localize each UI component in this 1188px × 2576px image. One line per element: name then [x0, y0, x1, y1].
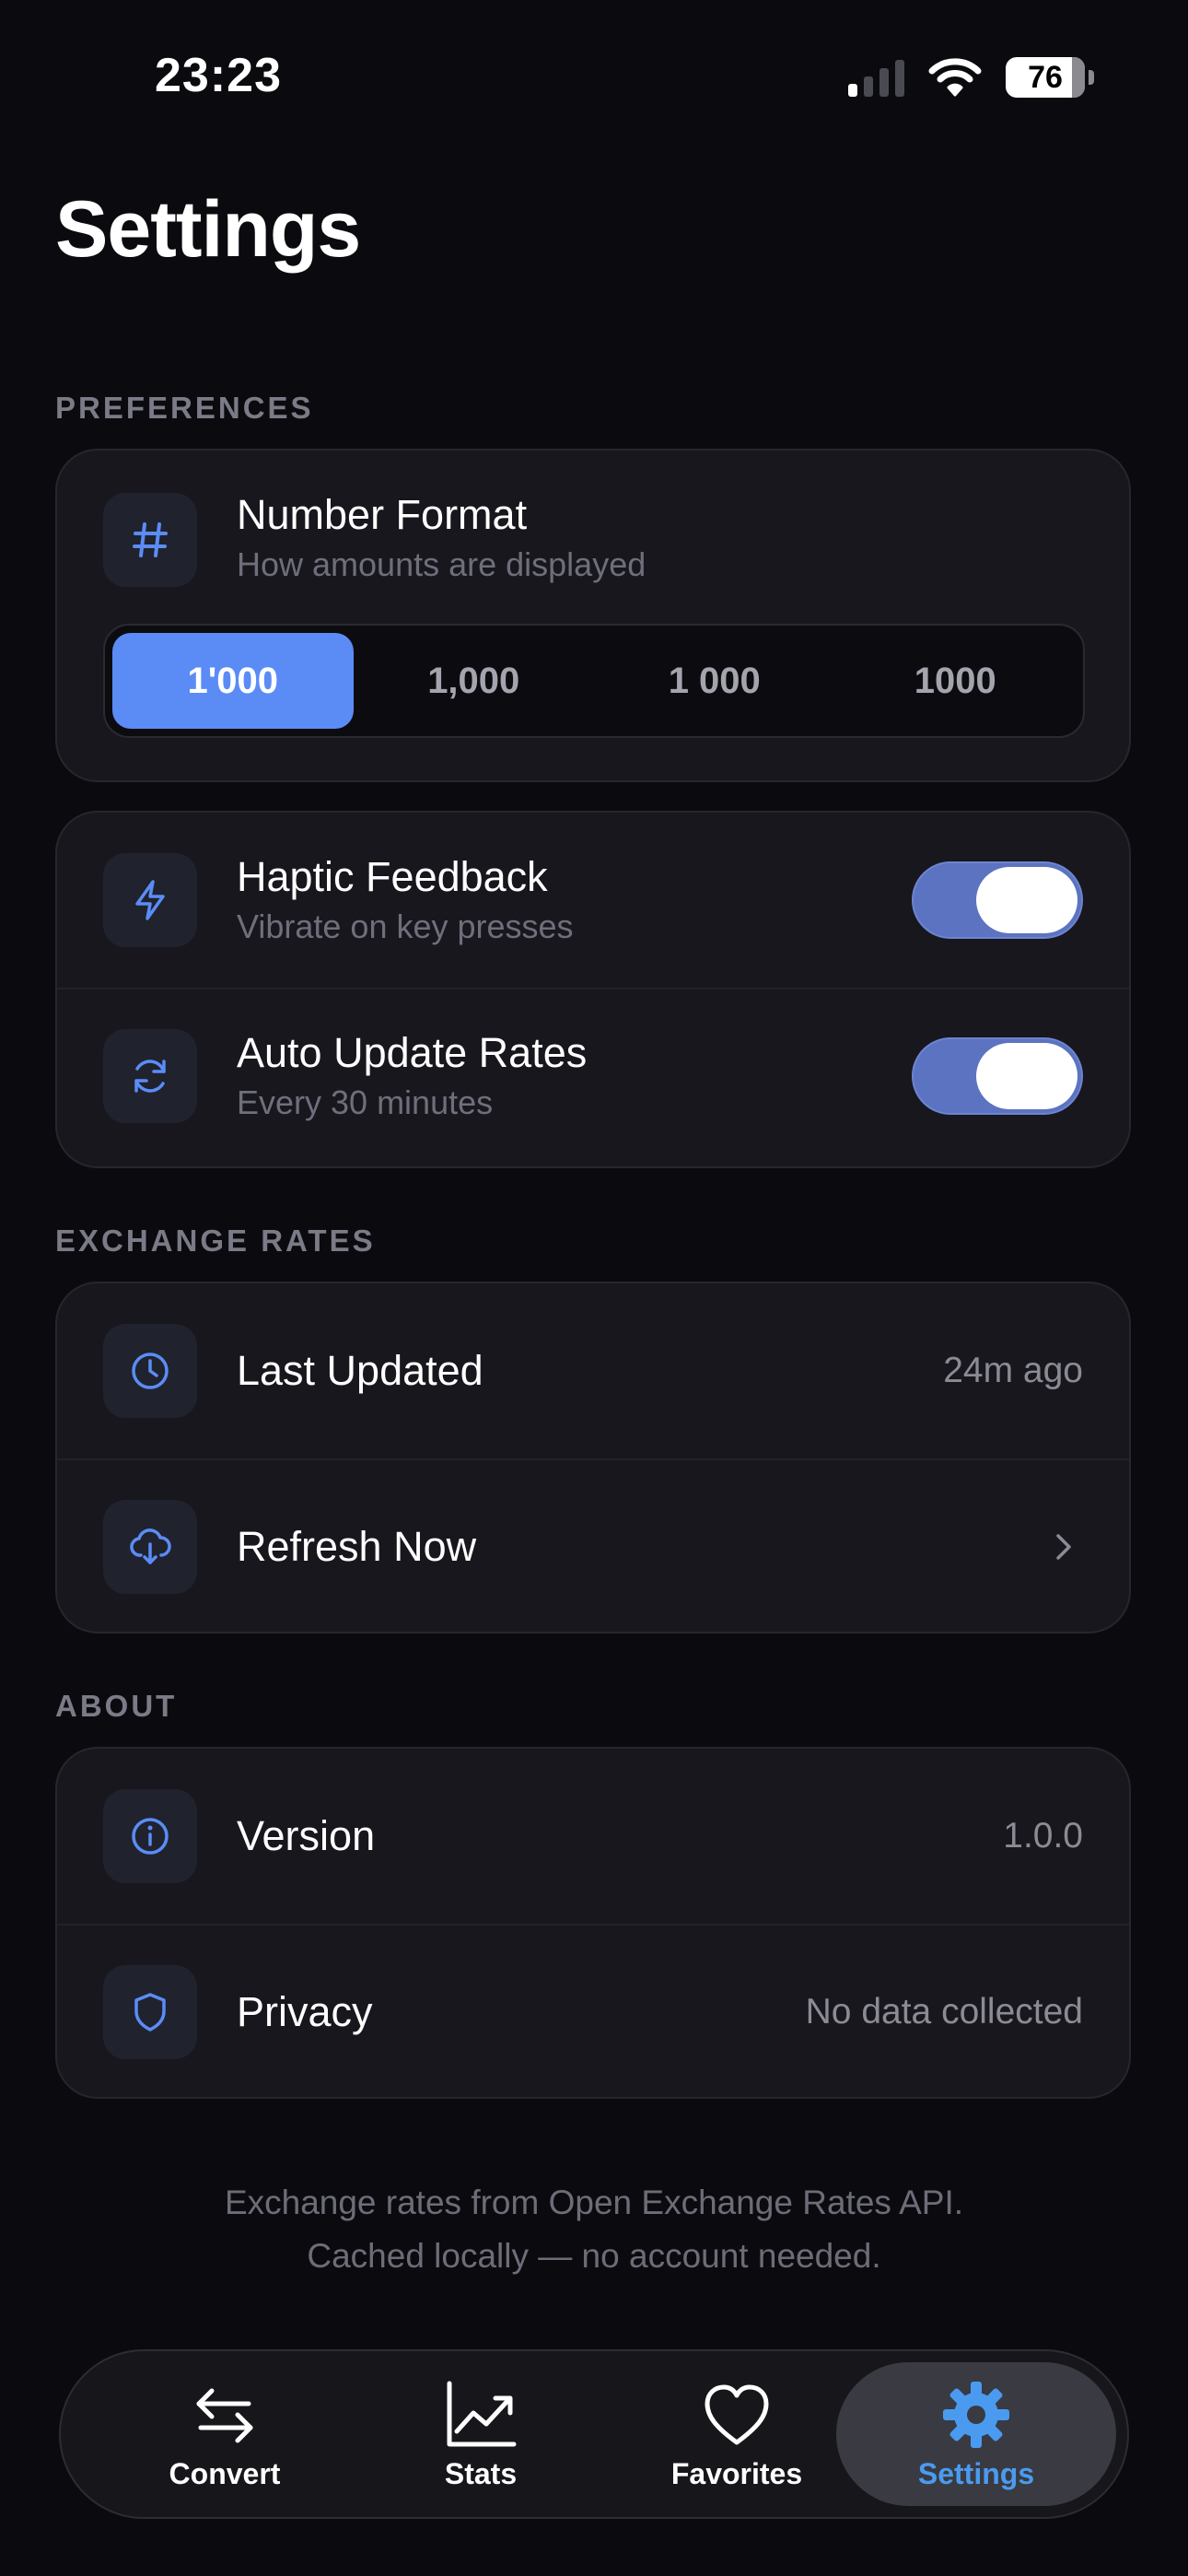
- auto-update-rates-row[interactable]: Auto Update Rates Every 30 minutes: [57, 988, 1129, 1163]
- section-label-preferences: PREFERENCES: [55, 391, 314, 425]
- swap-arrows-icon: [196, 2388, 253, 2442]
- number-format-subtitle: How amounts are displayed: [237, 545, 646, 583]
- last-updated-row: Last Updated 24m ago: [57, 1283, 1129, 1458]
- tab-stats-label: Stats: [444, 2456, 518, 2490]
- version-value: 1.0.0: [1003, 1816, 1083, 1856]
- number-format-selector: 1'000 1,000 1 000 1000: [103, 624, 1085, 738]
- version-text: Version: [237, 1810, 375, 1862]
- version-row: Version 1.0.0: [57, 1749, 1129, 1924]
- privacy-text: Privacy: [237, 1986, 373, 2038]
- battery-icon: 76: [1006, 57, 1094, 98]
- section-label-about: ABOUT: [55, 1689, 178, 1723]
- number-format-text: Number Format How amounts are displayed: [237, 489, 646, 587]
- haptic-feedback-title: Haptic Feedback: [237, 853, 548, 900]
- auto-update-rates-title: Auto Update Rates: [237, 1029, 588, 1076]
- format-option-apostrophe[interactable]: 1'000: [112, 633, 354, 729]
- last-updated-title: Last Updated: [237, 1347, 483, 1394]
- haptic-feedback-row[interactable]: Haptic Feedback Vibrate on key presses: [57, 813, 1129, 988]
- format-option-comma[interactable]: 1,000: [354, 633, 595, 729]
- footer-line-2: Cached locally — no account needed.: [307, 2237, 881, 2275]
- cellular-signal-icon: [848, 58, 904, 97]
- chevron-right-icon: [1056, 1534, 1071, 1560]
- footer-line-1: Exchange rates from Open Exchange Rates …: [224, 2184, 964, 2221]
- refresh-now-text: Refresh Now: [237, 1521, 476, 1573]
- last-updated-text: Last Updated: [237, 1345, 483, 1397]
- tab-settings[interactable]: Settings: [836, 2362, 1116, 2506]
- number-format-title: Number Format: [237, 491, 528, 538]
- heart-icon: [705, 2384, 769, 2444]
- info-icon: [103, 1789, 197, 1883]
- cloud-download-icon: [103, 1500, 197, 1594]
- footer-note: Exchange rates from Open Exchange Rates …: [0, 2176, 1188, 2283]
- battery-level: 76: [1028, 59, 1063, 95]
- refresh-icon: [103, 1029, 197, 1123]
- tab-settings-label: Settings: [917, 2456, 1035, 2490]
- privacy-value: No data collected: [805, 1992, 1083, 2032]
- tab-convert-label: Convert: [169, 2456, 281, 2490]
- status-indicators: 76: [848, 57, 1094, 98]
- wifi-icon: [928, 58, 982, 97]
- exchange-rates-card: Last Updated 24m ago Refresh Now: [55, 1282, 1131, 1633]
- settings-screen: 23:23 76 Settings PREFERENCES Number For…: [0, 0, 1188, 2576]
- gear-icon: [943, 2381, 1009, 2448]
- chart-trend-icon: [447, 2381, 517, 2446]
- format-option-none[interactable]: 1000: [835, 633, 1077, 729]
- tab-favorites[interactable]: Favorites: [597, 2362, 877, 2506]
- refresh-now-title: Refresh Now: [237, 1523, 477, 1570]
- haptic-feedback-toggle[interactable]: [912, 861, 1083, 939]
- privacy-title: Privacy: [237, 1988, 373, 2035]
- tab-stats[interactable]: Stats: [341, 2362, 621, 2506]
- status-time: 23:23: [155, 49, 282, 102]
- page-title: Settings: [55, 185, 361, 274]
- tab-favorites-label: Favorites: [670, 2456, 803, 2490]
- clock-icon: [103, 1324, 197, 1418]
- auto-update-rates-toggle[interactable]: [912, 1037, 1083, 1115]
- format-option-space[interactable]: 1 000: [594, 633, 835, 729]
- haptic-feedback-subtitle: Vibrate on key presses: [237, 907, 574, 945]
- hash-icon: [103, 493, 197, 587]
- shield-icon: [103, 1965, 197, 2059]
- privacy-row[interactable]: Privacy No data collected: [57, 1924, 1129, 2097]
- about-card: Version 1.0.0 Privacy No data collected: [55, 1747, 1131, 2099]
- refresh-now-row[interactable]: Refresh Now: [57, 1458, 1129, 1632]
- toggles-card: Haptic Feedback Vibrate on key presses A…: [55, 811, 1131, 1168]
- number-format-card: Number Format How amounts are displayed …: [55, 449, 1131, 782]
- version-title: Version: [237, 1812, 376, 1859]
- last-updated-value: 24m ago: [943, 1351, 1083, 1390]
- tab-bar: Convert Stats Favorites Settings: [59, 2349, 1129, 2519]
- auto-update-rates-subtitle: Every 30 minutes: [237, 1083, 494, 1121]
- lightning-icon: [103, 853, 197, 947]
- section-label-exchange-rates: EXCHANGE RATES: [55, 1224, 376, 1258]
- auto-update-rates-text: Auto Update Rates Every 30 minutes: [237, 1027, 587, 1125]
- tab-convert[interactable]: Convert: [85, 2362, 365, 2506]
- haptic-feedback-text: Haptic Feedback Vibrate on key presses: [237, 851, 574, 949]
